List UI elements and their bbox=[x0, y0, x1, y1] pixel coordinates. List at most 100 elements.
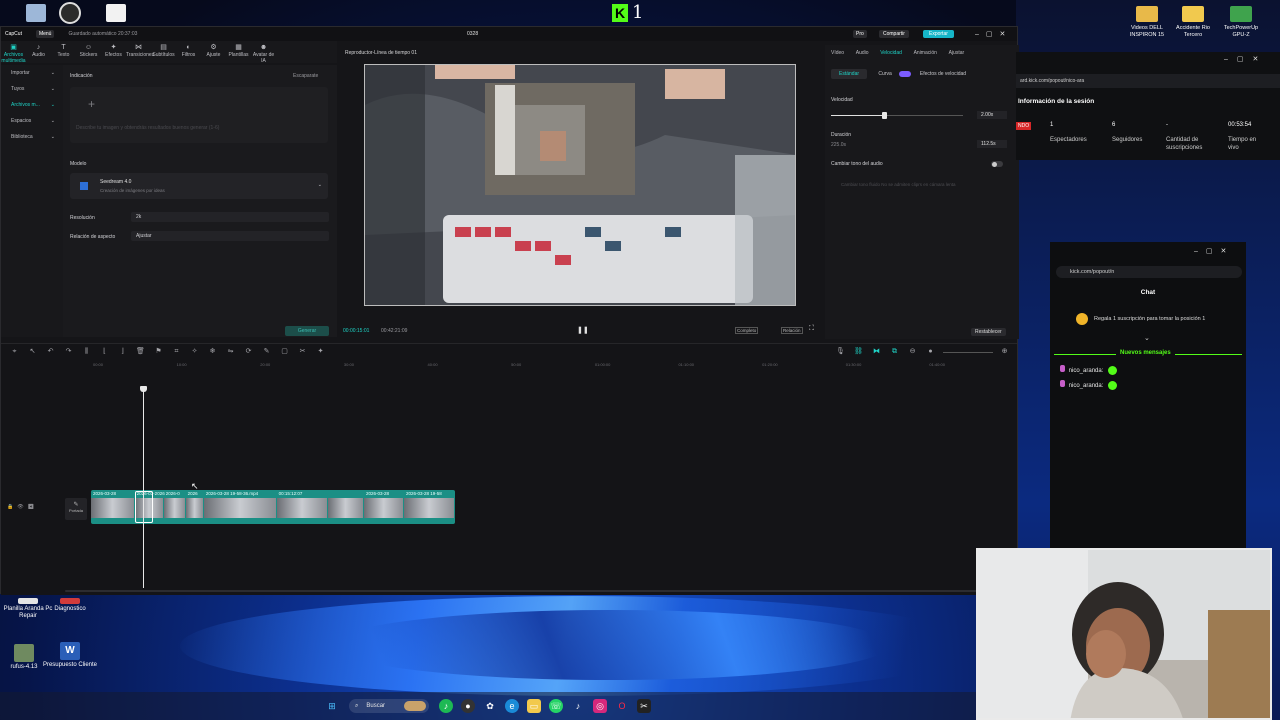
reset-button[interactable]: Restablecer bbox=[971, 328, 1006, 336]
add-image-icon[interactable]: + bbox=[88, 97, 95, 111]
toolbar-item-7[interactable]: ◐ Filtros bbox=[176, 41, 201, 63]
timeline-clip[interactable] bbox=[185, 498, 204, 518]
toolbar-item-8[interactable]: ⚙ Ajuste bbox=[201, 41, 226, 63]
subtab-curve[interactable]: Curva bbox=[878, 71, 891, 77]
leftnav-item-1[interactable]: Tuyos ⌄ bbox=[1, 81, 63, 97]
whatsapp-icon[interactable]: ☏ bbox=[549, 699, 563, 713]
spotify-icon[interactable]: ♪ bbox=[439, 699, 453, 713]
resolution-select[interactable]: 2k bbox=[131, 212, 329, 222]
cut-icon[interactable]: ✂ bbox=[297, 347, 308, 357]
fullscreen-icon[interactable]: ⛶ bbox=[809, 325, 814, 333]
generate-button[interactable]: Generar bbox=[285, 326, 329, 336]
toolbar-item-10[interactable]: ☻ Avatar de IA bbox=[251, 41, 276, 64]
mic-icon[interactable]: 🎙 bbox=[835, 347, 846, 357]
tab-video[interactable]: Vídeo bbox=[831, 50, 844, 56]
magic-icon[interactable]: ✎ bbox=[261, 347, 272, 357]
toolbar-item-4[interactable]: ✦ Efectos bbox=[101, 41, 126, 63]
share-button[interactable]: Compartir bbox=[879, 30, 909, 38]
edge-icon[interactable]: e bbox=[505, 699, 519, 713]
tab-animation[interactable]: Animación bbox=[914, 50, 937, 56]
crop-icon[interactable]: ⌗ bbox=[171, 347, 182, 357]
frame-icon[interactable]: ▢ bbox=[279, 347, 290, 357]
timeline-clip[interactable] bbox=[404, 498, 455, 518]
showcase-link[interactable]: Escaparate bbox=[293, 73, 318, 79]
preview-icon[interactable]: ⧉ bbox=[889, 347, 900, 357]
ratio-button[interactable]: Relación bbox=[781, 327, 803, 334]
chat-promo[interactable]: Regala 1 suscripción para tomar la posic… bbox=[1094, 316, 1205, 322]
pitch-toggle[interactable] bbox=[991, 161, 1003, 167]
speed-slider-handle[interactable] bbox=[881, 112, 887, 119]
select-tool-icon[interactable]: ⌖ bbox=[9, 347, 20, 357]
toolbar-item-0[interactable]: ▣ Archivos multimedia bbox=[1, 41, 26, 64]
timeline-clip[interactable] bbox=[203, 498, 277, 518]
timeline-clip[interactable] bbox=[327, 498, 364, 518]
desktop-icon-presupuesto[interactable]: W Presupuesto Cliente bbox=[42, 642, 98, 669]
timeline-clip[interactable] bbox=[91, 498, 135, 518]
full-button[interactable]: Completo bbox=[735, 327, 759, 334]
snap-icon[interactable]: ⧓ bbox=[871, 347, 882, 357]
delete-icon[interactable]: 🗑 bbox=[135, 347, 146, 357]
obs-taskbar-icon[interactable]: ● bbox=[461, 699, 475, 713]
leftnav-item-0[interactable]: Importar ⌄ bbox=[1, 65, 63, 81]
pause-icon[interactable]: ❚❚ bbox=[577, 326, 589, 334]
track-controls[interactable]: 🔒👁◀ bbox=[7, 504, 38, 510]
video-frame[interactable] bbox=[364, 64, 796, 306]
playhead[interactable] bbox=[143, 388, 144, 588]
desktop-gpuz[interactable]: TechPowerUp GPU-Z bbox=[1218, 6, 1264, 38]
pro-button[interactable]: Pro bbox=[853, 30, 867, 38]
export-button[interactable]: Exportar bbox=[923, 30, 954, 38]
timeline-clip[interactable] bbox=[163, 498, 186, 518]
file-explorer-icon[interactable]: ▭ bbox=[527, 699, 541, 713]
opera-icon[interactable]: O bbox=[615, 699, 629, 713]
desktop-folder-videos[interactable]: Videos DELL INSPIRON 15 bbox=[1124, 6, 1170, 38]
subtab-standard[interactable]: Estándar bbox=[831, 69, 868, 79]
split-right-icon[interactable]: ⌋ bbox=[117, 347, 128, 357]
clip-selection[interactable] bbox=[135, 491, 153, 523]
toolbar-item-5[interactable]: ⋈ Transiciones bbox=[126, 41, 154, 63]
zoom-in-icon[interactable]: ⊕ bbox=[999, 347, 1010, 357]
desktop-folder-accidente[interactable]: Accidente Rio Tercero bbox=[1170, 6, 1216, 38]
playhead-handle[interactable] bbox=[140, 386, 147, 392]
toolbar-item-1[interactable]: ♪ Audio bbox=[26, 41, 51, 63]
undo-icon[interactable]: ↶ bbox=[45, 347, 56, 357]
tiktok-icon[interactable]: ♪ bbox=[571, 699, 585, 713]
zoom-slider-icon[interactable]: ● bbox=[925, 347, 936, 357]
leftnav-item-2[interactable]: Archivos m... ⌄ bbox=[1, 97, 63, 113]
zoom-slider[interactable] bbox=[943, 351, 993, 353]
cursor-icon[interactable]: ↖ bbox=[27, 347, 38, 357]
speed-value[interactable]: 2.00x bbox=[977, 111, 1007, 119]
cover-button[interactable]: ✎ Portada bbox=[65, 498, 87, 520]
menu-button[interactable]: Menú bbox=[35, 30, 55, 38]
timeline-scrollbar[interactable] bbox=[65, 590, 1015, 592]
split-left-icon[interactable]: ⌊ bbox=[99, 347, 110, 357]
project-name[interactable]: 0328 bbox=[467, 31, 478, 37]
link-icon[interactable]: ⛓ bbox=[853, 347, 864, 357]
duration-value[interactable]: 112.5s bbox=[977, 140, 1007, 148]
leftnav-item-3[interactable]: Espacios ⌄ bbox=[1, 113, 63, 129]
ai-icon[interactable]: ✧ bbox=[189, 347, 200, 357]
chat-username[interactable]: nico_aranda: bbox=[1069, 383, 1104, 389]
tab-adjust[interactable]: Ajustar bbox=[949, 50, 965, 56]
tab-audio[interactable]: Audio bbox=[856, 50, 869, 56]
model-select[interactable]: Seedream 4.0 Creación de imágenes por id… bbox=[70, 173, 328, 199]
chat-username[interactable]: nico_aranda: bbox=[1069, 368, 1104, 374]
speed-slider[interactable] bbox=[831, 112, 963, 119]
app-icon[interactable] bbox=[88, 4, 144, 24]
zoom-out-icon[interactable]: ⊖ bbox=[907, 347, 918, 357]
browser-controls[interactable]: –▢✕ bbox=[1224, 55, 1267, 63]
instagram-icon[interactable]: ◎ bbox=[593, 699, 607, 713]
toolbar-item-6[interactable]: ▤ Subtítulos bbox=[151, 41, 176, 63]
taskbar-search[interactable]: ⌕ Buscar bbox=[349, 699, 429, 713]
toolbar-item-3[interactable]: ☺ Stickers bbox=[76, 41, 101, 63]
address-bar[interactable]: ard.kick.com/popout/nico-ara bbox=[1016, 74, 1280, 88]
leftnav-item-4[interactable]: Biblioteca ⌄ bbox=[1, 129, 63, 145]
marker-icon[interactable]: ⚑ bbox=[153, 347, 164, 357]
capcut-taskbar-icon[interactable]: ✂ bbox=[637, 699, 651, 713]
freeze-icon[interactable]: ❄ bbox=[207, 347, 218, 357]
desktop-icon-diagnostico[interactable]: Diagnostico bbox=[42, 598, 98, 613]
window-controls[interactable]: –▢✕ bbox=[975, 30, 1012, 38]
tab-speed[interactable]: Velocidad bbox=[880, 50, 902, 56]
chat-window-controls[interactable]: –▢✕ bbox=[1194, 247, 1234, 255]
toolbar-item-9[interactable]: ▦ Plantillas bbox=[226, 41, 251, 63]
chevron-down-icon[interactable]: ⌄ bbox=[1144, 334, 1150, 342]
